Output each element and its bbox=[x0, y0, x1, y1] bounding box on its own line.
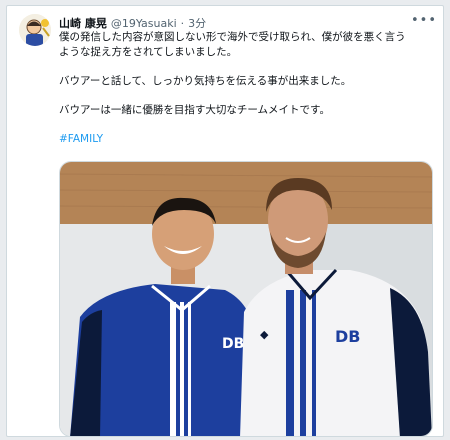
tweet-timestamp[interactable]: 3分 bbox=[188, 15, 206, 31]
author-handle[interactable]: @19Yasuaki bbox=[111, 17, 177, 30]
wood-panel bbox=[60, 162, 432, 224]
hashtag-link[interactable]: #FAMILY bbox=[59, 132, 439, 147]
author-name[interactable]: 山崎 康晃 bbox=[59, 15, 107, 31]
tweet-line-2: ような捉え方をされてしまいました。 bbox=[59, 46, 238, 58]
tweet-photo[interactable]: DB ◆ DB bbox=[59, 161, 433, 436]
tweet-line-1: 僕の発信した内容が意図しない形で海外で受け取られ、僕が彼を悪く言う bbox=[59, 31, 406, 43]
avatar-illustration-icon bbox=[19, 14, 51, 46]
photo-two-players: DB ◆ DB bbox=[60, 162, 432, 436]
tweet-text: 僕の発信した内容が意図しない形で海外で受け取られ、僕が彼を悪く言う ような捉え方… bbox=[59, 30, 439, 147]
svg-text:◆: ◆ bbox=[260, 328, 269, 341]
right-jersey-logo: DB bbox=[335, 327, 360, 346]
tweet-line-4: バウアーは一緒に優勝を目指す大切なチームメイトです。 bbox=[59, 104, 331, 116]
tweet-card[interactable]: 山崎 康晃 @19Yasuaki · 3分 ••• 僕の発信した内容が意図しない… bbox=[6, 5, 444, 437]
author-avatar[interactable] bbox=[19, 14, 51, 46]
separator-dot: · bbox=[180, 16, 185, 30]
more-options-icon[interactable]: ••• bbox=[411, 13, 436, 28]
left-jersey-logo: DB bbox=[222, 336, 244, 352]
tweet-line-3: バウアーと話して、しっかり気持ちを伝える事が出来ました。 bbox=[59, 75, 352, 87]
